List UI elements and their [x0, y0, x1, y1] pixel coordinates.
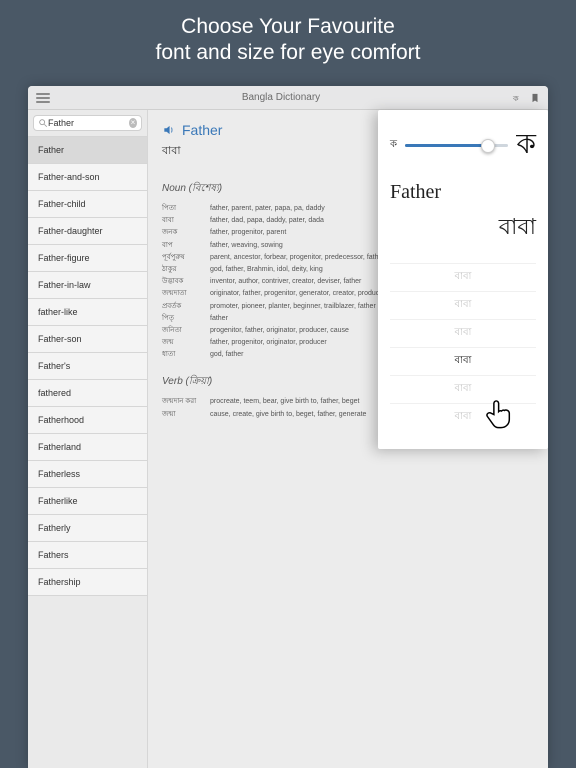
- list-item[interactable]: Father: [28, 137, 147, 164]
- bookmark-icon[interactable]: [530, 92, 540, 104]
- font-options-list: বাবাবাবাবাবাবাবাবাবাবাবা: [390, 263, 536, 431]
- font-settings-panel: ক ক Father বাবা বাবাবাবাবাবাবাবাবাবাবাবা: [378, 110, 548, 449]
- definition-bn: বাবা: [162, 215, 210, 226]
- list-item[interactable]: Father-son: [28, 326, 147, 353]
- word-list: FatherFather-and-sonFather-childFather-d…: [28, 137, 147, 768]
- speaker-icon[interactable]: [162, 123, 176, 137]
- menu-icon[interactable]: [36, 91, 50, 105]
- font-settings-icon[interactable]: ক: [512, 92, 524, 104]
- definition-bn: পিতা: [162, 203, 210, 214]
- font-preview-bn: বাবা: [390, 210, 536, 247]
- list-item[interactable]: Fatherly: [28, 515, 147, 542]
- definition-bn: বাপ: [162, 240, 210, 251]
- definition-bn: জন্মা: [162, 409, 210, 420]
- search-bar: ×: [28, 110, 147, 137]
- top-bar: Bangla Dictionary ক: [28, 86, 548, 110]
- font-option[interactable]: বাবা: [390, 347, 536, 375]
- font-preview-en: Father: [390, 181, 536, 204]
- slider-big-glyph: ক: [516, 122, 536, 169]
- font-option[interactable]: বাবা: [390, 403, 536, 431]
- definition-bn: ঠাকুর: [162, 264, 210, 275]
- app-window: Bangla Dictionary ক × FatherFather-and-: [28, 86, 548, 768]
- app-title: Bangla Dictionary: [50, 92, 512, 103]
- definition-bn: জন্ম: [162, 337, 210, 348]
- entry-pane: Father বাবা Noun (বিশেষ্য) পিতাfather, p…: [148, 110, 548, 768]
- definition-bn: ধাতা: [162, 349, 210, 360]
- list-item[interactable]: fathered: [28, 380, 147, 407]
- list-item[interactable]: Father-figure: [28, 245, 147, 272]
- hero-text: Choose Your Favourite font and size for …: [0, 0, 576, 77]
- definition-bn: পিতৃ: [162, 313, 210, 324]
- list-item[interactable]: Fathers: [28, 542, 147, 569]
- font-option[interactable]: বাবা: [390, 291, 536, 319]
- list-item[interactable]: Fatherland: [28, 434, 147, 461]
- list-item[interactable]: Father-daughter: [28, 218, 147, 245]
- list-item[interactable]: Father-and-son: [28, 164, 147, 191]
- list-item[interactable]: Father-child: [28, 191, 147, 218]
- definition-bn: প্রবর্তক: [162, 301, 210, 312]
- font-option[interactable]: বাবা: [390, 375, 536, 403]
- search-input[interactable]: [48, 118, 129, 128]
- font-size-slider[interactable]: [405, 144, 508, 147]
- headword-text: Father: [182, 122, 222, 138]
- slider-small-glyph: ক: [390, 137, 397, 154]
- list-item[interactable]: Fatherless: [28, 461, 147, 488]
- list-item[interactable]: Fatherlike: [28, 488, 147, 515]
- font-option[interactable]: বাবা: [390, 263, 536, 291]
- list-item[interactable]: Fatherhood: [28, 407, 147, 434]
- sidebar: × FatherFather-and-sonFather-childFather…: [28, 110, 148, 768]
- hero-line2: font and size for eye comfort: [0, 40, 576, 66]
- hero-line1: Choose Your Favourite: [0, 14, 576, 40]
- definition-bn: জন্মদান করা: [162, 396, 210, 407]
- definition-bn: জনক: [162, 227, 210, 238]
- definition-bn: পূর্বপুরুষ: [162, 252, 210, 263]
- definition-bn: জন্মদাতা: [162, 288, 210, 299]
- definition-bn: জনিতা: [162, 325, 210, 336]
- definition-bn: উদ্ভাবক: [162, 276, 210, 287]
- list-item[interactable]: father-like: [28, 299, 147, 326]
- svg-text:ক: ক: [512, 94, 519, 103]
- search-icon: [38, 118, 48, 128]
- list-item[interactable]: Father's: [28, 353, 147, 380]
- font-option[interactable]: বাবা: [390, 319, 536, 347]
- list-item[interactable]: Fathership: [28, 569, 147, 596]
- list-item[interactable]: Father-in-law: [28, 272, 147, 299]
- clear-search-button[interactable]: ×: [129, 118, 137, 128]
